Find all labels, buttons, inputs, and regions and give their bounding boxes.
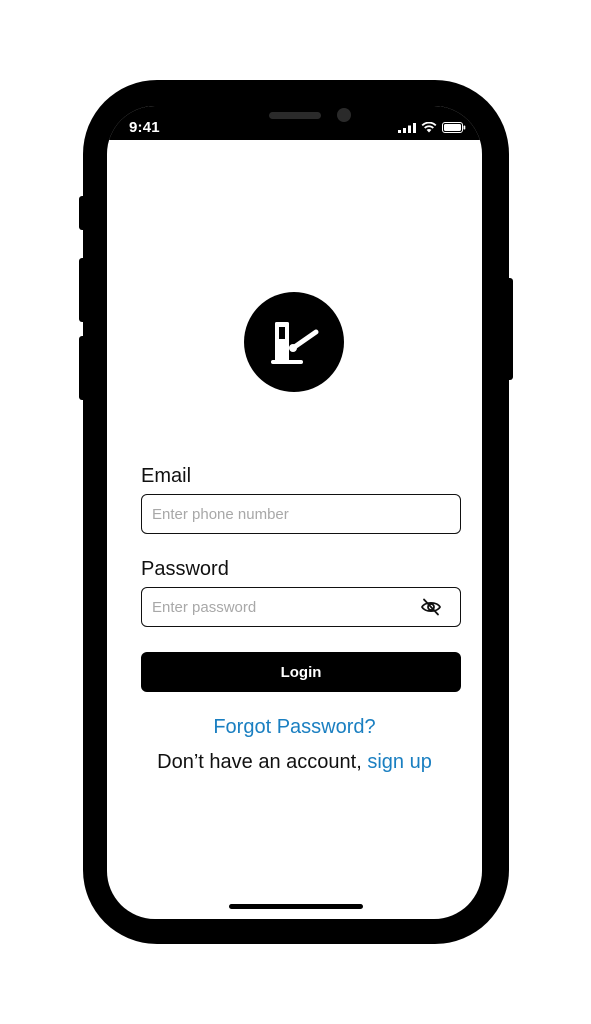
- status-time: 9:41: [129, 119, 160, 136]
- login-button[interactable]: Login: [141, 652, 461, 692]
- notch: [191, 106, 399, 136]
- app-logo: [244, 292, 344, 392]
- signup-prompt-text: Don’t have an account,: [157, 751, 362, 773]
- front-camera: [337, 108, 351, 122]
- email-field[interactable]: [152, 495, 402, 533]
- wifi-icon: [421, 122, 437, 133]
- email-field-container: [141, 494, 461, 534]
- password-label: Password: [141, 558, 229, 580]
- email-label: Email: [141, 465, 192, 487]
- password-field[interactable]: [152, 588, 402, 626]
- home-indicator: [229, 904, 363, 909]
- phone-screen: 9:41 Email Enter phone number Password L…: [107, 106, 482, 919]
- signal-icon: [398, 122, 416, 133]
- password-field-container: [141, 587, 461, 627]
- forgot-password-link[interactable]: Forgot Password?: [107, 716, 482, 739]
- signup-prompt-line: Don’t have an account, sign up: [107, 751, 482, 774]
- parking-barrier-icon: [271, 322, 319, 364]
- signup-link[interactable]: sign up: [367, 751, 432, 773]
- battery-icon: [442, 122, 466, 133]
- speaker: [269, 112, 321, 119]
- eye-off-icon[interactable]: [420, 597, 442, 617]
- status-icons: [398, 122, 466, 133]
